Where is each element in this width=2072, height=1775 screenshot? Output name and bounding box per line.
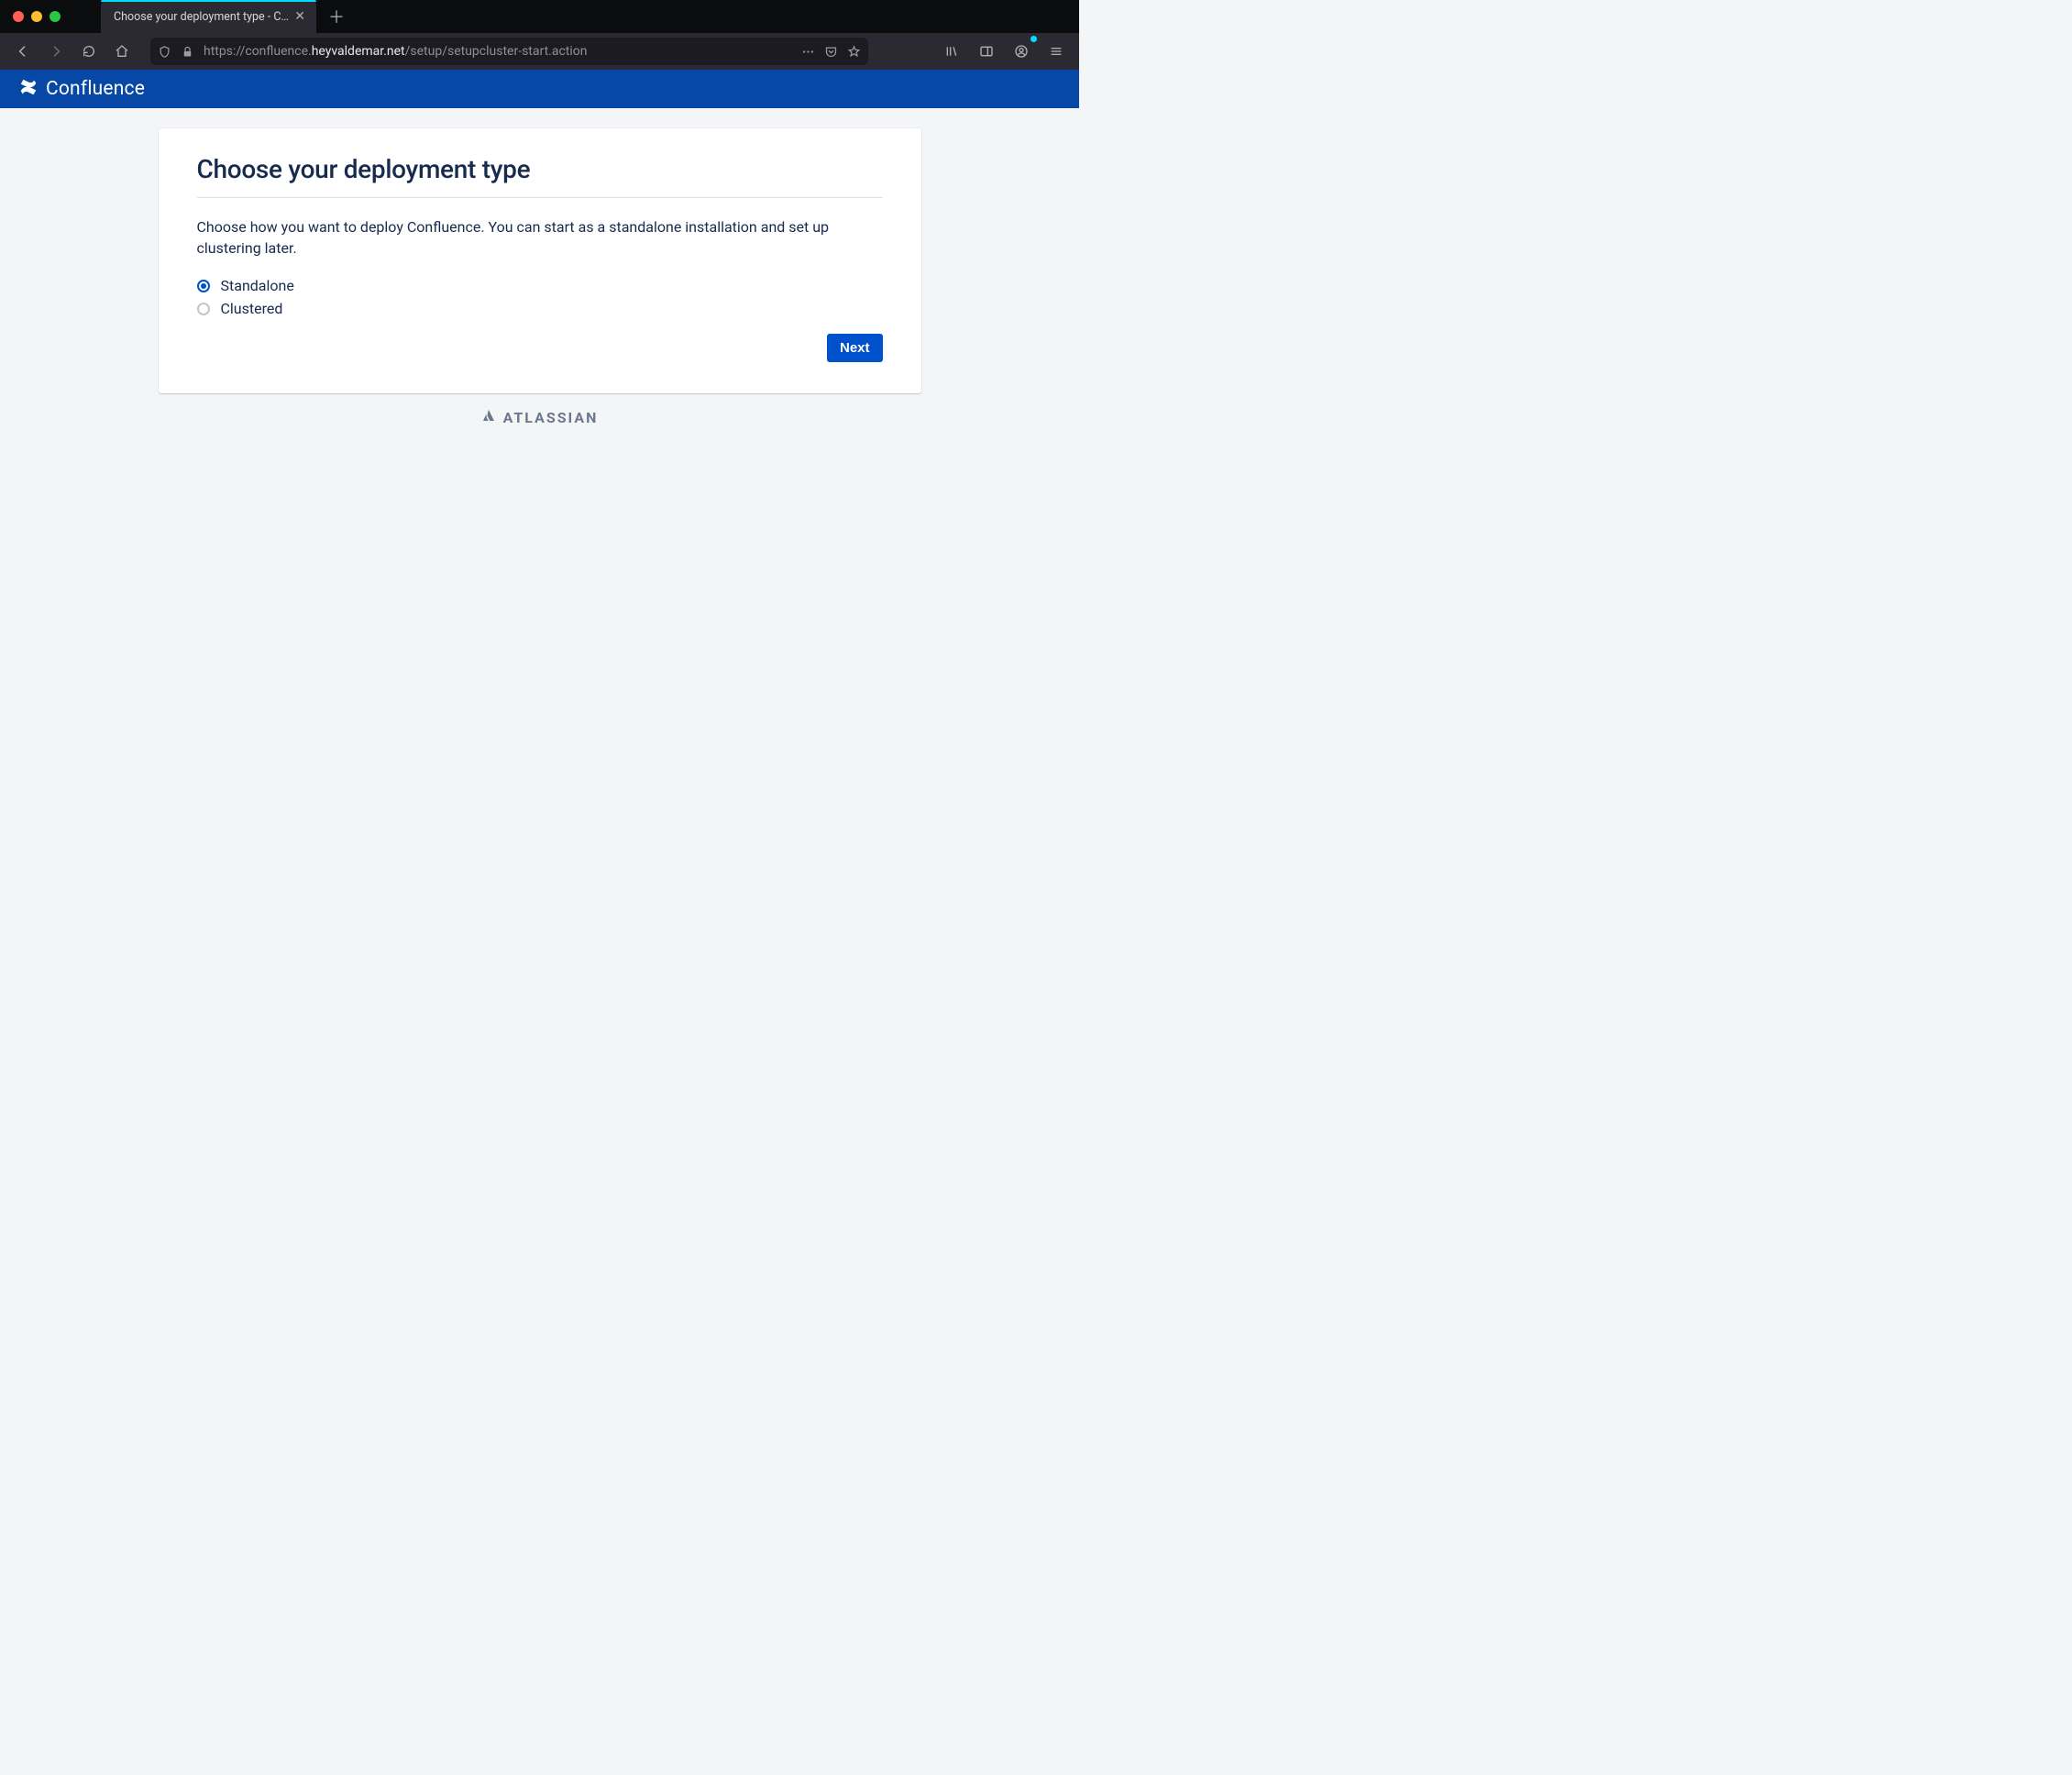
url-prefix: https://confluence. xyxy=(204,44,312,59)
window-zoom-icon[interactable] xyxy=(50,11,61,22)
atlassian-mark-icon xyxy=(481,408,496,426)
window-minimize-icon[interactable] xyxy=(31,11,42,22)
page-body: Choose your deployment type Choose how y… xyxy=(0,108,1079,441)
account-icon[interactable] xyxy=(1008,38,1035,65)
reload-button[interactable] xyxy=(75,38,103,65)
window-controls xyxy=(0,0,101,33)
new-tab-button[interactable]: ＋ xyxy=(322,0,351,33)
address-bar[interactable]: https://confluence.heyvaldemar.net/setup… xyxy=(150,38,868,65)
option-standalone[interactable]: Standalone xyxy=(197,277,883,294)
next-button[interactable]: Next xyxy=(827,334,883,362)
vendor-name: ATLASSIAN xyxy=(503,409,599,426)
url-text: https://confluence.heyvaldemar.net/setup… xyxy=(204,44,588,59)
library-icon[interactable] xyxy=(938,38,965,65)
nav-back-button[interactable] xyxy=(9,38,37,65)
home-button[interactable] xyxy=(108,38,136,65)
radio-icon[interactable] xyxy=(197,303,210,315)
page-description: Choose how you want to deploy Confluence… xyxy=(197,216,883,259)
atlassian-logo[interactable]: ATLASSIAN xyxy=(481,408,599,426)
option-clustered[interactable]: Clustered xyxy=(197,300,883,317)
browser-titlebar: Choose your deployment type - Con ✕ ＋ xyxy=(0,0,1079,33)
browser-toolbar: https://confluence.heyvaldemar.net/setup… xyxy=(0,33,1079,70)
nav-forward-button[interactable] xyxy=(42,38,70,65)
window-close-icon[interactable] xyxy=(13,11,24,22)
setup-card: Choose your deployment type Choose how y… xyxy=(159,128,921,393)
shield-icon[interactable] xyxy=(158,45,171,59)
option-label: Standalone xyxy=(221,277,294,294)
confluence-logo[interactable]: Confluence xyxy=(18,77,145,101)
url-domain: heyvaldemar.net xyxy=(312,44,405,59)
hamburger-menu-icon[interactable] xyxy=(1042,38,1070,65)
lock-icon[interactable] xyxy=(181,45,194,59)
confluence-mark-icon xyxy=(18,77,39,101)
page-title: Choose your deployment type xyxy=(197,154,883,184)
url-path: /setup/setupcluster-start.action xyxy=(405,44,588,59)
form-actions: Next xyxy=(197,334,883,362)
page-footer: ATLASSIAN xyxy=(159,393,921,441)
close-tab-icon[interactable]: ✕ xyxy=(292,8,307,25)
browser-tab[interactable]: Choose your deployment type - Con ✕ xyxy=(101,0,316,33)
app-header: Confluence xyxy=(0,70,1079,108)
divider xyxy=(197,197,883,198)
sidebar-icon[interactable] xyxy=(973,38,1000,65)
option-label: Clustered xyxy=(221,300,283,317)
tab-title: Choose your deployment type - Con xyxy=(114,10,292,24)
radio-icon[interactable] xyxy=(197,280,210,292)
product-name: Confluence xyxy=(46,78,145,100)
pocket-icon[interactable] xyxy=(824,45,838,59)
bookmark-star-icon[interactable] xyxy=(847,45,861,59)
more-icon[interactable] xyxy=(801,45,815,59)
